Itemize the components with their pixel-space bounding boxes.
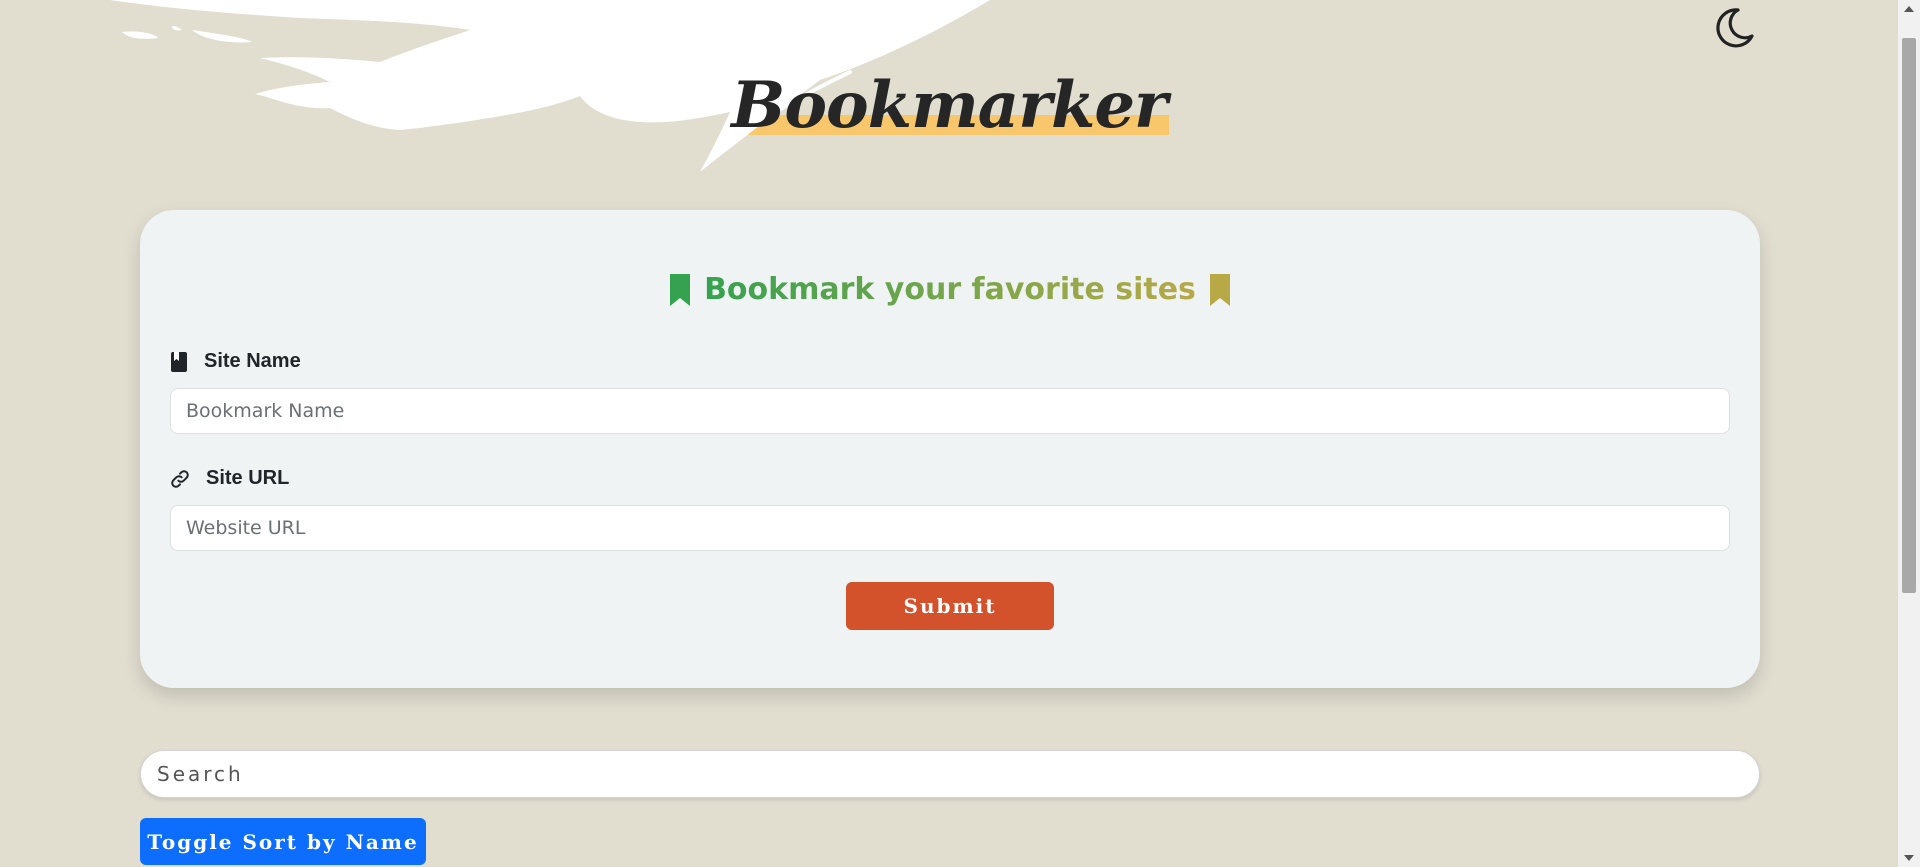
site-name-label: Site Name — [170, 350, 301, 373]
toggle-sort-button[interactable]: Toggle Sort by Name — [140, 818, 426, 865]
moon-icon[interactable] — [1708, 4, 1756, 52]
page-scrollbar[interactable] — [1898, 0, 1920, 867]
app-title-wrapper: Bookmarker — [0, 68, 1898, 145]
bookmark-form-card: Bookmark your favorite sites Site Name S… — [140, 210, 1760, 688]
link-icon — [171, 469, 189, 488]
site-url-label-text: Site URL — [206, 467, 290, 489]
app-title-text: Bookmarker — [731, 68, 1167, 143]
form-heading: Bookmark your favorite sites — [140, 272, 1760, 307]
form-heading-text: Bookmark your favorite sites — [704, 272, 1196, 307]
bookmark-icon — [670, 273, 691, 306]
scroll-up-arrow-icon[interactable] — [1898, 0, 1920, 18]
submit-button[interactable]: Submit — [846, 582, 1054, 630]
bookmark-icon — [1209, 273, 1230, 306]
site-url-label: Site URL — [170, 467, 289, 490]
scroll-down-arrow-icon[interactable] — [1898, 849, 1920, 867]
scrollbar-thumb[interactable] — [1902, 38, 1916, 593]
site-url-input[interactable] — [170, 505, 1730, 551]
site-name-input[interactable] — [170, 388, 1730, 434]
search-input[interactable] — [140, 750, 1760, 798]
app-title: Bookmarker — [729, 68, 1169, 145]
site-name-label-text: Site Name — [204, 350, 301, 372]
book-icon — [171, 351, 187, 372]
